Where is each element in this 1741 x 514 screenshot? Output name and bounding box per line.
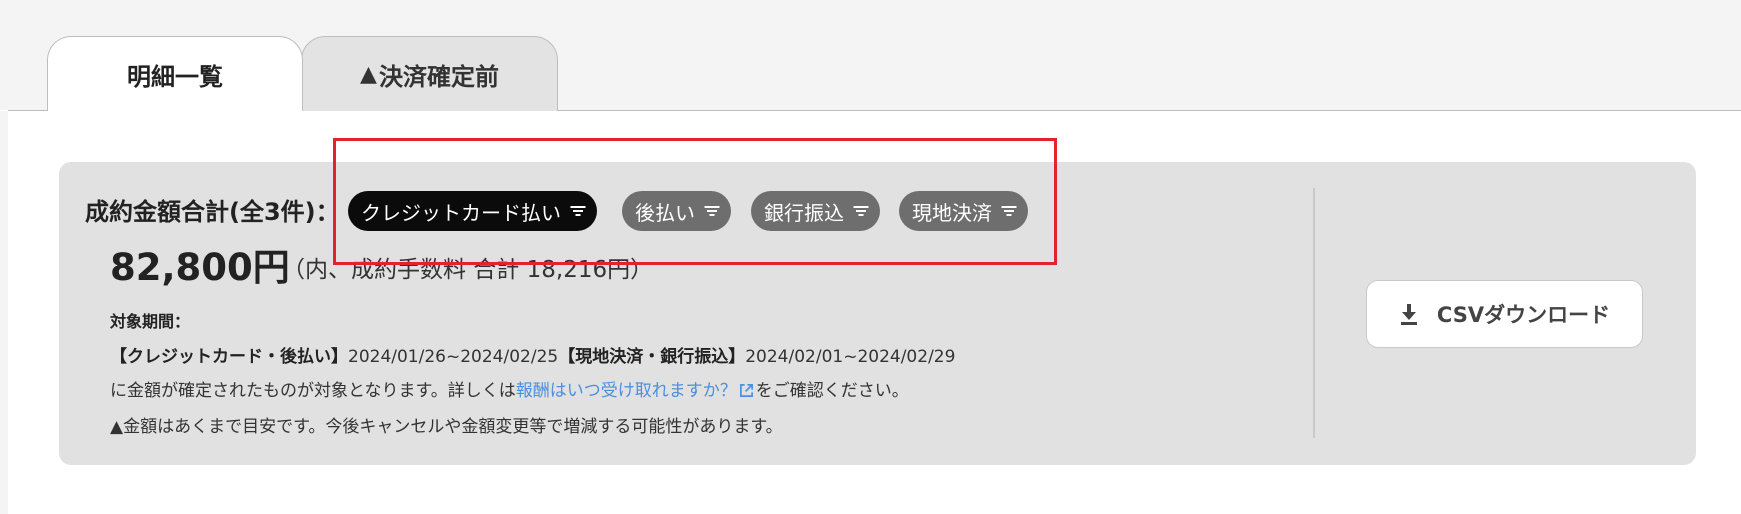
external-link-icon[interactable] [739,383,754,398]
filter-chip-bank-transfer[interactable]: 銀行振込 [751,191,880,231]
download-icon [1400,304,1417,325]
tab-before-settlement-label: 決済確定前 [378,62,499,91]
panel-divider [1313,188,1315,438]
period-group2-label: 【現地決済・銀行振込】 [558,347,746,367]
total-amount: 82,800円 [110,246,290,289]
filter-chip-onsite-payment[interactable]: 現地決済 [899,191,1028,231]
total-label: 成約金額合計(全3件)： [85,198,340,226]
filter-icon [853,205,868,217]
warning-icon: ▲ [110,417,124,437]
estimate-warning-text: 金額はあくまで目安です。今後キャンセルや金額変更等で増減する可能性があります。 [123,417,783,437]
filter-chip-label: 銀行振込 [764,200,844,225]
period-group1-range: 2024/01/26~2024/02/25 [348,347,559,367]
tab-before-settlement[interactable]: ▲ 決済確定前 [301,36,558,111]
filter-icon [704,205,719,217]
period-ranges: 【クレジットカード・後払い】2024/01/26~2024/02/25【現地決済… [110,342,955,367]
filter-chip-label: クレジットカード払い [361,200,561,225]
filter-icon [570,205,585,217]
period-group2-range: 2024/02/01~2024/02/29 [745,347,956,367]
filter-chip-label: 現地決済 [912,200,992,225]
left-edge-strip [0,111,8,514]
tab-statement-list-label: 明細一覧 [127,62,223,91]
warning-icon: ▲ [360,61,377,87]
filter-icon [1001,205,1016,217]
estimate-warning: ▲金額はあくまで目安です。今後キャンセルや金額変更等で増減する可能性があります。 [110,412,783,437]
payout-help-link[interactable]: 報酬はいつ受け取れますか？ [516,381,737,401]
csv-download-button[interactable]: CSVダウンロード [1366,280,1643,348]
filter-chip-credit-card[interactable]: クレジットカード払い [348,191,597,231]
period-note-suffix: をご確認ください。 [755,381,909,401]
filter-chip-deferred-payment[interactable]: 後払い [622,191,731,231]
period-group1-label: 【クレジットカード・後払い】 [110,347,348,367]
filter-chip-label: 後払い [635,200,695,225]
period-title: 対象期間： [110,312,191,331]
period-note: に金額が確定されたものが対象となります。詳しくは報酬はいつ受け取れますか？ をご確… [110,376,909,401]
period-note-prefix: に金額が確定されたものが対象となります。詳しくは [110,381,516,401]
tab-statement-list[interactable]: 明細一覧 [47,36,303,111]
fee-note: （内、成約手数料 合計 18,216円） [282,257,654,283]
csv-download-label: CSVダウンロード [1436,303,1611,327]
